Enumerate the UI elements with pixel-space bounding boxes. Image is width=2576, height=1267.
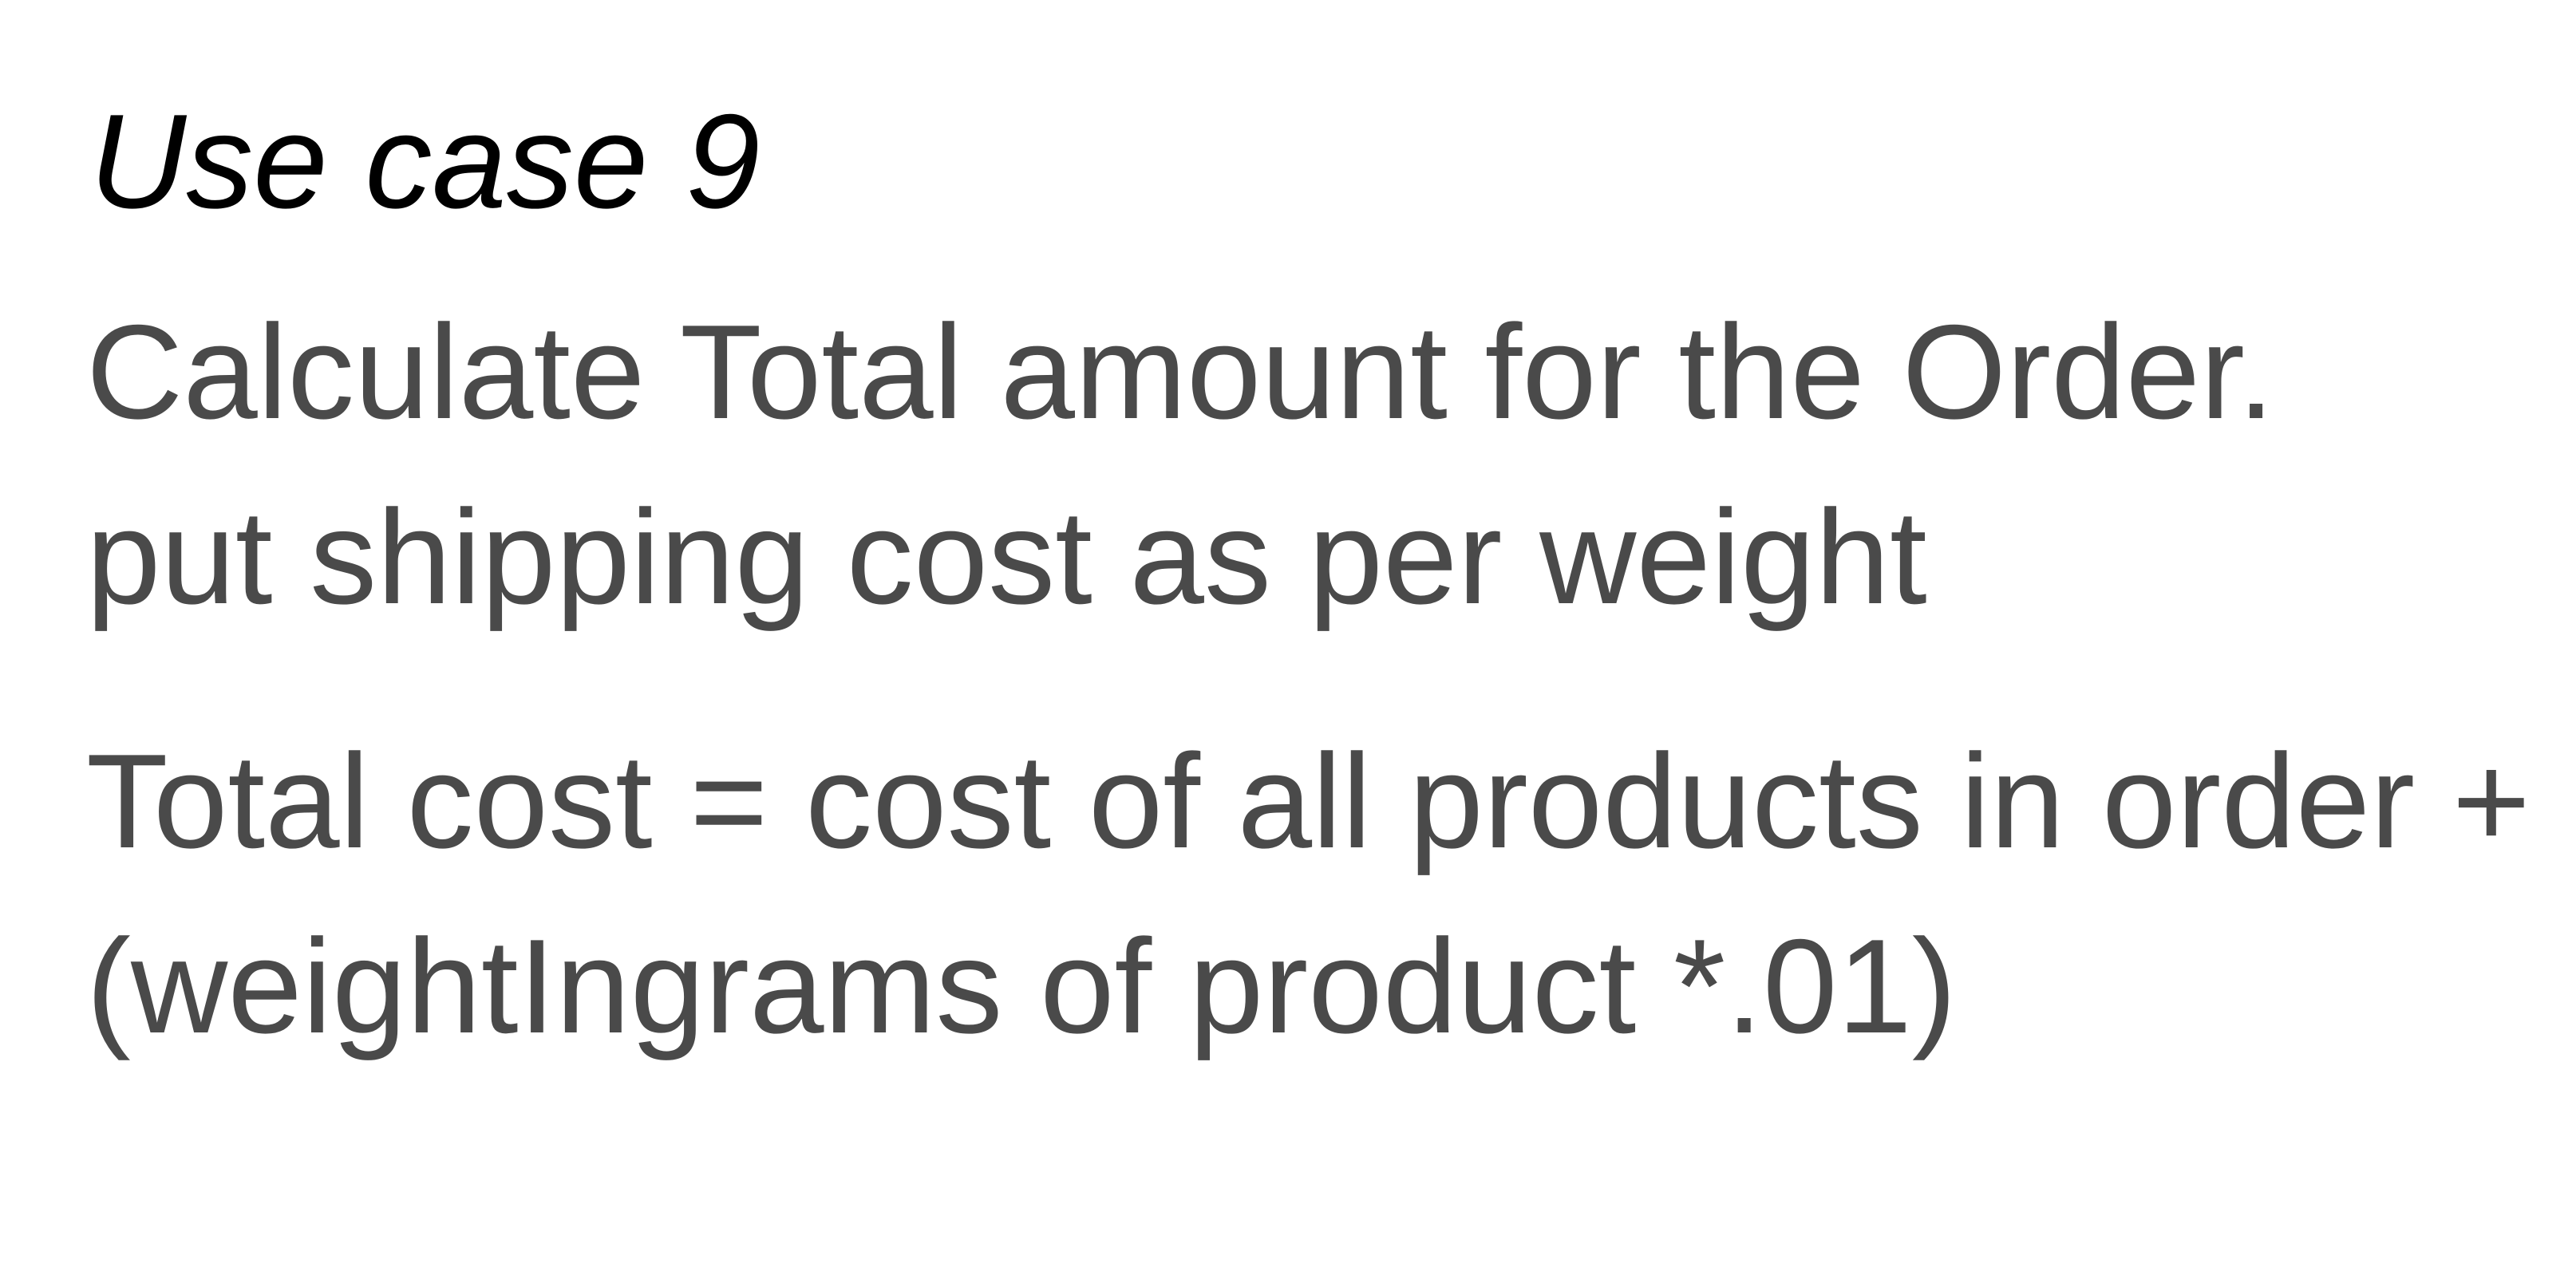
formula-line-1: Total cost = cost of all products in ord…	[86, 726, 2531, 876]
description-line-1: Calculate Total amount for the Order.	[86, 297, 2275, 447]
formula-paragraph: Total cost = cost of all products in ord…	[86, 708, 2531, 1079]
slide: Use case 9 Calculate Total amount for th…	[0, 0, 2576, 1267]
description-paragraph: Calculate Total amount for the Order. pu…	[86, 279, 2274, 649]
slide-title: Use case 9	[89, 86, 761, 236]
formula-line-2: (weightIngrams of product *.01)	[86, 911, 1957, 1061]
description-line-2: put shipping cost as per weight	[86, 482, 1927, 632]
